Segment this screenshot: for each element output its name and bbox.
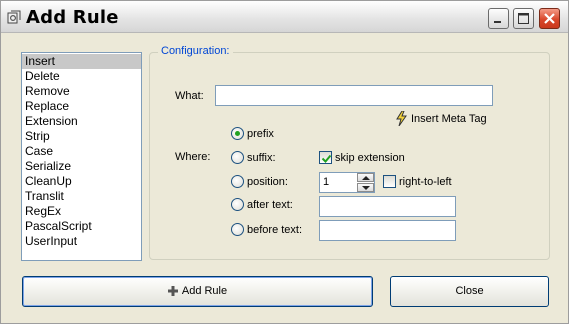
skip-extension-checkbox[interactable] [319, 151, 332, 164]
after-text-label: after text: [247, 199, 293, 211]
spin-up-button[interactable] [357, 173, 374, 182]
rule-type-item[interactable]: CleanUp [22, 174, 141, 189]
configuration-legend: Configuration: [158, 45, 233, 57]
plus-icon [167, 286, 178, 296]
rule-icon [7, 10, 21, 24]
right-to-left-label: right-to-left [399, 176, 452, 188]
before-text-radio[interactable] [231, 223, 244, 236]
where-label: Where: [175, 151, 211, 163]
insert-meta-tag-label: Insert Meta Tag [411, 113, 487, 125]
rule-type-item[interactable]: Extension [22, 114, 141, 129]
window-title: Add Rule [26, 7, 119, 28]
add-rule-button[interactable]: Add Rule [22, 276, 373, 307]
minimize-button[interactable] [488, 8, 509, 29]
position-label: position: [247, 176, 288, 188]
after-text-input[interactable] [319, 196, 456, 217]
minimize-icon [494, 21, 501, 23]
what-label: What: [175, 90, 204, 102]
lightning-icon [396, 111, 407, 126]
close-icon [544, 13, 555, 24]
position-value: 1 [323, 176, 330, 188]
suffix-label: suffix: [247, 152, 276, 164]
rule-type-item[interactable]: Strip [22, 129, 141, 144]
add-rule-label: Add Rule [181, 285, 228, 297]
prefix-radio[interactable] [231, 127, 244, 140]
close-label: Close [455, 285, 484, 297]
before-text-input[interactable] [319, 220, 456, 241]
position-radio[interactable] [231, 175, 244, 188]
right-to-left-checkbox[interactable] [383, 175, 396, 188]
spin-down-button[interactable] [357, 183, 374, 192]
skip-extension-label: skip extension [335, 152, 405, 164]
close-window-button[interactable] [539, 8, 560, 29]
rule-type-list[interactable]: Insert Delete Remove Replace Extension Strip C… [21, 52, 142, 261]
rule-type-item[interactable]: Case [22, 144, 141, 159]
arrow-down-icon [362, 186, 370, 190]
rule-type-item[interactable]: Translit [22, 189, 141, 204]
maximize-button[interactable] [513, 8, 534, 29]
add-rule-window: Add Rule Insert Delete Remove Replace Extens… [0, 0, 569, 324]
checkmark-icon [321, 154, 332, 163]
rule-type-item[interactable]: RegEx [22, 204, 141, 219]
arrow-up-icon [362, 176, 370, 180]
rule-type-item[interactable]: PascalScript [22, 219, 141, 234]
title-bar[interactable]: Add Rule [1, 1, 568, 33]
what-input[interactable] [215, 85, 493, 106]
rule-type-item[interactable]: Replace [22, 99, 141, 114]
close-button[interactable]: Close [390, 276, 549, 307]
before-text-label: before text: [247, 224, 303, 236]
position-spin-buttons [357, 173, 374, 192]
prefix-label: prefix [247, 128, 274, 140]
suffix-radio[interactable] [231, 151, 244, 164]
rule-type-item[interactable]: Insert [22, 54, 141, 69]
rule-type-item[interactable]: Delete [22, 69, 141, 84]
rule-type-item[interactable]: UserInput [22, 234, 141, 249]
rule-type-item[interactable]: Remove [22, 84, 141, 99]
rule-type-item[interactable]: Serialize [22, 159, 141, 174]
after-text-radio[interactable] [231, 198, 244, 211]
maximize-icon [518, 13, 529, 24]
